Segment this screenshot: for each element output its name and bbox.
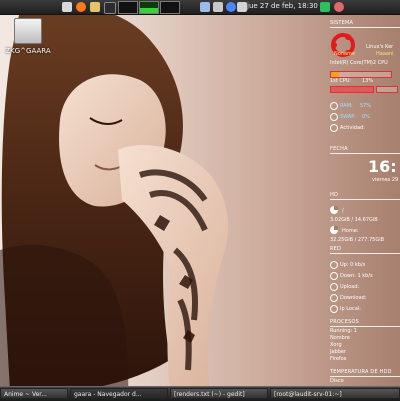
upload-total-icon xyxy=(330,283,338,291)
upload-speed-icon xyxy=(330,261,338,269)
taskbar-item-anime[interactable]: Anime ~ Ver... xyxy=(0,388,68,399)
hostname-1: Noname xyxy=(334,51,355,57)
ip-local: Ip Local: xyxy=(340,306,361,312)
swap-icon xyxy=(330,113,338,121)
activity-icon xyxy=(330,124,338,132)
os-name: Linux's Ker xyxy=(366,44,394,50)
section-divider xyxy=(330,326,400,327)
section-divider xyxy=(330,376,400,377)
cpu-history-bar xyxy=(330,86,374,93)
terminal-icon[interactable] xyxy=(104,2,116,14)
section-divider xyxy=(330,199,400,200)
hd-home-label: Home: xyxy=(342,228,359,234)
top-panel: jue 27 de feb, 18:30 xyxy=(0,0,400,15)
folder-icon[interactable] xyxy=(90,2,100,12)
cpu-bar-1 xyxy=(330,71,392,78)
section-hd-title: HD xyxy=(330,192,339,198)
conky-panel: SISTEMA Linux's Ker Noname Haaani Intel(… xyxy=(328,14,400,386)
section-divider xyxy=(330,27,400,28)
panel-clock[interactable]: jue 27 de feb, 18:30 xyxy=(247,2,318,10)
download-speed: Down: 1 kb/s xyxy=(340,273,373,279)
cpu-1-label: 1st CPU: xyxy=(330,78,352,84)
section-divider xyxy=(330,253,400,254)
system-monitor xyxy=(139,1,159,14)
cpu-history-fill xyxy=(331,87,373,92)
cpu-bar-1-fill xyxy=(331,72,339,77)
hd-root-value: 3.02GiB / 14.67GiB xyxy=(330,217,378,223)
upload-speed: Up: 0 kb/s xyxy=(340,262,366,268)
desktop-icon-label: ZKG^GAARA xyxy=(5,47,51,55)
time-display: 16: xyxy=(368,157,397,176)
desktop-icon-gaara[interactable]: ZKG^GAARA xyxy=(4,18,52,62)
update-icon[interactable] xyxy=(320,2,330,12)
cpu-history-bar-2 xyxy=(376,86,398,93)
process-2: Jabber xyxy=(330,349,347,355)
taskbar-item-terminal[interactable]: [root@laudit-srv-01:~] xyxy=(270,388,400,399)
cpu-model: Intel(R) Core(TM)2 CPU xyxy=(330,60,388,66)
download-total: Download: xyxy=(340,295,367,301)
taskbar-item-navegador[interactable]: gaara - Navegador d... xyxy=(70,388,168,399)
date-display: viernes 29 xyxy=(372,177,399,183)
taskbar-item-gedit[interactable]: [renders.txt (~) - gedit] xyxy=(170,388,268,399)
hd-home-icon xyxy=(330,226,338,234)
process-3: Firefox xyxy=(330,356,347,362)
upload-total: Upload: xyxy=(340,284,360,290)
volume-icon[interactable] xyxy=(213,2,223,12)
activity-label: Actividad: xyxy=(340,125,365,131)
swap-value: 0% xyxy=(362,114,370,120)
section-sistema-title: SISTEMA xyxy=(330,20,354,26)
workspace-switcher-2[interactable] xyxy=(160,1,180,14)
section-red-title: RED xyxy=(330,246,342,252)
temp-disk: Disco xyxy=(330,378,344,384)
hd-home-value: 32.25GiB / 277.75GiB xyxy=(330,237,385,243)
taskbar: Anime ~ Ver... gaara - Navegador d... [r… xyxy=(0,386,400,401)
process-1: Xorg xyxy=(330,342,342,348)
hostname-2: Haaani xyxy=(376,51,394,57)
hd-root-icon xyxy=(330,206,338,214)
section-temp-title: TEMPERATURA DE HDD xyxy=(330,369,392,375)
cpu-1-value: 13% xyxy=(362,78,374,84)
power-icon[interactable] xyxy=(334,2,344,12)
bluetooth-icon[interactable] xyxy=(226,2,236,12)
section-divider xyxy=(330,153,400,154)
process-header: Nombre xyxy=(330,335,350,341)
drive-icon xyxy=(14,18,42,44)
process-running: Running: 1 xyxy=(330,328,357,334)
network-icon[interactable] xyxy=(200,2,210,12)
menu-icon[interactable] xyxy=(62,2,72,12)
browser-icon[interactable] xyxy=(76,2,86,12)
download-speed-icon xyxy=(330,272,338,280)
section-procesos-title: PROCESOS xyxy=(330,319,359,325)
hd-root-label: / xyxy=(342,208,344,214)
download-total-icon xyxy=(330,294,338,302)
ram-value: 57% xyxy=(360,103,372,109)
ip-icon xyxy=(330,305,338,313)
calendar-icon[interactable] xyxy=(237,2,247,12)
workspace-switcher-1[interactable] xyxy=(118,1,138,14)
swap-label: SWAP: xyxy=(340,114,356,120)
ram-icon xyxy=(330,102,338,110)
section-fecha-title: FECHA xyxy=(330,146,348,152)
ram-label: RAM: xyxy=(340,103,353,109)
